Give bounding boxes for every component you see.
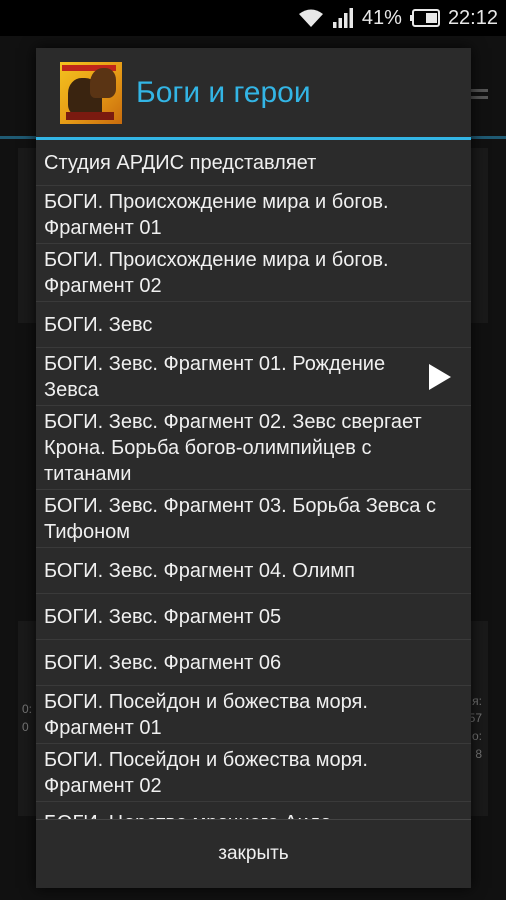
track-item[interactable]: БОГИ. Зевс. Фрагмент 02. Зевс свергает К… (36, 406, 471, 490)
bg-text-left-1: 0: (22, 702, 33, 716)
track-label: БОГИ. Происхождение мира и богов. Фрагме… (44, 190, 389, 239)
play-icon (429, 363, 451, 390)
clock: 22:12 (447, 6, 498, 29)
album-cover (60, 61, 122, 124)
track-label: БОГИ. Зевс. Фрагмент 02. Зевс свергает К… (44, 410, 422, 485)
track-item[interactable]: БОГИ. Зевс. Фрагмент 03. Борьба Зевса с … (36, 490, 471, 548)
dialog-title: Боги и герои (136, 75, 311, 109)
playlist-dialog: Боги и герои Студия АРДИС представляет Б… (36, 48, 471, 888)
track-item[interactable]: БОГИ. Зевс. Фрагмент 04. Олимп (36, 548, 471, 594)
track-item-playing[interactable]: БОГИ. Зевс. Фрагмент 01. Рождение Зевса (36, 348, 471, 406)
dialog-footer: закрыть (36, 819, 471, 888)
track-item[interactable]: Студия АРДИС представляет (36, 140, 471, 186)
wifi-icon (298, 8, 324, 28)
track-list[interactable]: Студия АРДИС представляет БОГИ. Происхож… (36, 140, 471, 820)
status-bar: 41% 22:12 (0, 0, 506, 36)
bg-text-right-4: 8 (475, 747, 482, 761)
bg-text-right-1: я: (472, 694, 482, 708)
track-item[interactable]: БОГИ. Зевс. Фрагмент 06 (36, 640, 471, 686)
track-label: БОГИ. Посейдон и божества моря. Фрагмент… (44, 690, 368, 739)
track-item[interactable]: БОГИ. Зевс. Фрагмент 05 (36, 594, 471, 640)
bg-text-left-2: 0 (22, 720, 29, 734)
track-label: БОГИ. Происхождение мира и богов. Фрагме… (44, 248, 389, 297)
track-label: БОГИ. Зевс. Фрагмент 03. Борьба Зевса с … (44, 494, 436, 543)
track-label: БОГИ. Зевс (44, 313, 153, 336)
track-item[interactable]: БОГИ. Происхождение мира и богов. Фрагме… (36, 186, 471, 244)
track-item[interactable]: БОГИ. Посейдон и божества моря. Фрагмент… (36, 686, 471, 744)
track-label: Студия АРДИС представляет (44, 151, 317, 174)
battery-icon (409, 9, 440, 27)
track-item[interactable]: БОГИ. Царство мрачного Аида (36, 802, 471, 820)
track-item[interactable]: БОГИ. Посейдон и божества моря. Фрагмент… (36, 744, 471, 802)
track-label: БОГИ. Зевс. Фрагмент 05 (44, 605, 282, 628)
track-label: БОГИ. Зевс. Фрагмент 06 (44, 651, 282, 674)
track-label: БОГИ. Посейдон и божества моря. Фрагмент… (44, 748, 368, 797)
track-item[interactable]: БОГИ. Происхождение мира и богов. Фрагме… (36, 244, 471, 302)
dialog-header: Боги и герои (36, 48, 471, 140)
track-label: БОГИ. Зевс. Фрагмент 04. Олимп (44, 559, 355, 582)
close-button[interactable]: закрыть (212, 842, 294, 866)
track-label: БОГИ. Зевс. Фрагмент 01. Рождение Зевса (44, 352, 386, 401)
track-item[interactable]: БОГИ. Зевс (36, 302, 471, 348)
battery-percent: 41% (361, 6, 402, 29)
bg-text-right-3: о: (471, 729, 482, 743)
signal-icon (332, 8, 354, 28)
